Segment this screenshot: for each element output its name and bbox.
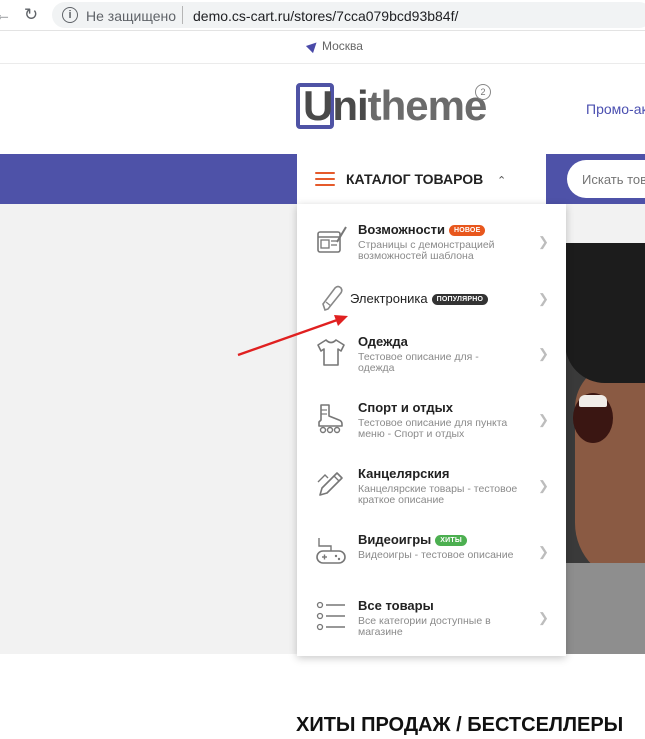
menu-item-sport[interactable]: Спорт и отдых Тестовое описание для пунк… — [297, 392, 566, 458]
menu-item-title: Одежда — [358, 334, 408, 349]
catalog-label: КАТАЛОГ ТОВАРОВ — [346, 171, 484, 187]
location-arrow-icon — [305, 38, 321, 54]
catalog-button[interactable]: КАТАЛОГ ТОВАРОВ ⌃ — [297, 154, 546, 206]
logo-badge: 2 — [475, 84, 491, 100]
section-title: ХИТЫ ПРОДАЖ / БЕСТСЕЛЛЕРЫ — [296, 714, 624, 736]
security-label: Не защищено — [86, 8, 176, 24]
chevron-right-icon: ❯ — [538, 234, 549, 249]
chevron-right-icon: ❯ — [538, 346, 549, 361]
address-divider — [182, 6, 183, 24]
browser-toolbar: ← ↻ i Не защищено demo.cs-cart.ru/stores… — [0, 0, 645, 31]
back-arrow-icon[interactable]: ← — [0, 4, 14, 26]
menu-item-features[interactable]: Возможности НОВОЕ Страницы с демонстрацие… — [297, 214, 566, 280]
badge-new: НОВОЕ — [448, 225, 486, 236]
badge-popular: ПОПУЛЯРНО — [431, 294, 489, 305]
menu-item-title: Видеоигры — [358, 532, 432, 547]
badge-hits: ХИТЫ — [435, 535, 467, 546]
chevron-right-icon: ❯ — [538, 412, 549, 427]
url-text[interactable]: demo.cs-cart.ru/stores/7cca079bcd93b84f/ — [193, 8, 458, 24]
menu-item-title: Возможности — [358, 222, 445, 237]
menu-item-description: Тестовое описание для пункта меню - Спор… — [358, 417, 508, 440]
menu-item-description: Видеоигры - тестовое описание — [358, 549, 514, 561]
menu-item-title: Канцелярския — [358, 466, 450, 481]
chevron-up-icon: ⌃ — [497, 175, 507, 187]
layout-icon — [317, 226, 347, 253]
gamepad-icon — [316, 538, 346, 564]
menu-item-description: Канцелярские товары - тестовое краткое о… — [358, 483, 518, 506]
hamburger-icon — [315, 172, 335, 186]
menu-item-description: Все категории доступные в магазине — [358, 615, 491, 638]
location-label: Москва — [322, 39, 363, 53]
logo[interactable]: Unitheme — [303, 82, 487, 130]
chevron-right-icon: ❯ — [538, 291, 549, 306]
chevron-right-icon: ❯ — [538, 544, 549, 559]
annotation-arrow-icon — [237, 315, 348, 357]
promo-link[interactable]: Промо-акц — [586, 101, 645, 117]
catalog-dropdown: Возможности НОВОЕ Страницы с демонстрацие… — [297, 204, 566, 656]
info-icon[interactable]: i — [62, 7, 78, 23]
pencil-icon — [317, 472, 343, 496]
address-bar[interactable]: i Не защищено demo.cs-cart.ru/stores/7cc… — [52, 2, 645, 28]
menu-item-description: Страницы с демонстрацией возможностей ша… — [358, 239, 495, 262]
search-input[interactable] — [567, 160, 645, 198]
menu-item-description: Тестовое описание для - одежда — [358, 351, 479, 374]
rollerskate-icon — [318, 404, 343, 434]
menu-item-all-products[interactable]: Все товары Все категории доступные в маг… — [297, 590, 566, 656]
chevron-right-icon: ❯ — [538, 478, 549, 493]
chevron-right-icon: ❯ — [538, 610, 549, 625]
menu-item-title: Спорт и отдых — [358, 400, 453, 415]
menu-item-title: Все товары — [358, 598, 434, 613]
location-selector[interactable]: Москва — [305, 38, 363, 54]
menu-item-title: Электроника — [350, 291, 428, 306]
vr-headset-photo — [565, 243, 645, 654]
divider — [0, 63, 645, 64]
list-icon — [316, 601, 345, 631]
reload-icon[interactable]: ↻ — [20, 4, 42, 26]
menu-item-stationery[interactable]: Канцелярския Канцелярские товары - тесто… — [297, 458, 566, 524]
menu-item-videogames[interactable]: Видеоигры ХИТЫ Видеоигры - тестовое описа… — [297, 524, 566, 590]
